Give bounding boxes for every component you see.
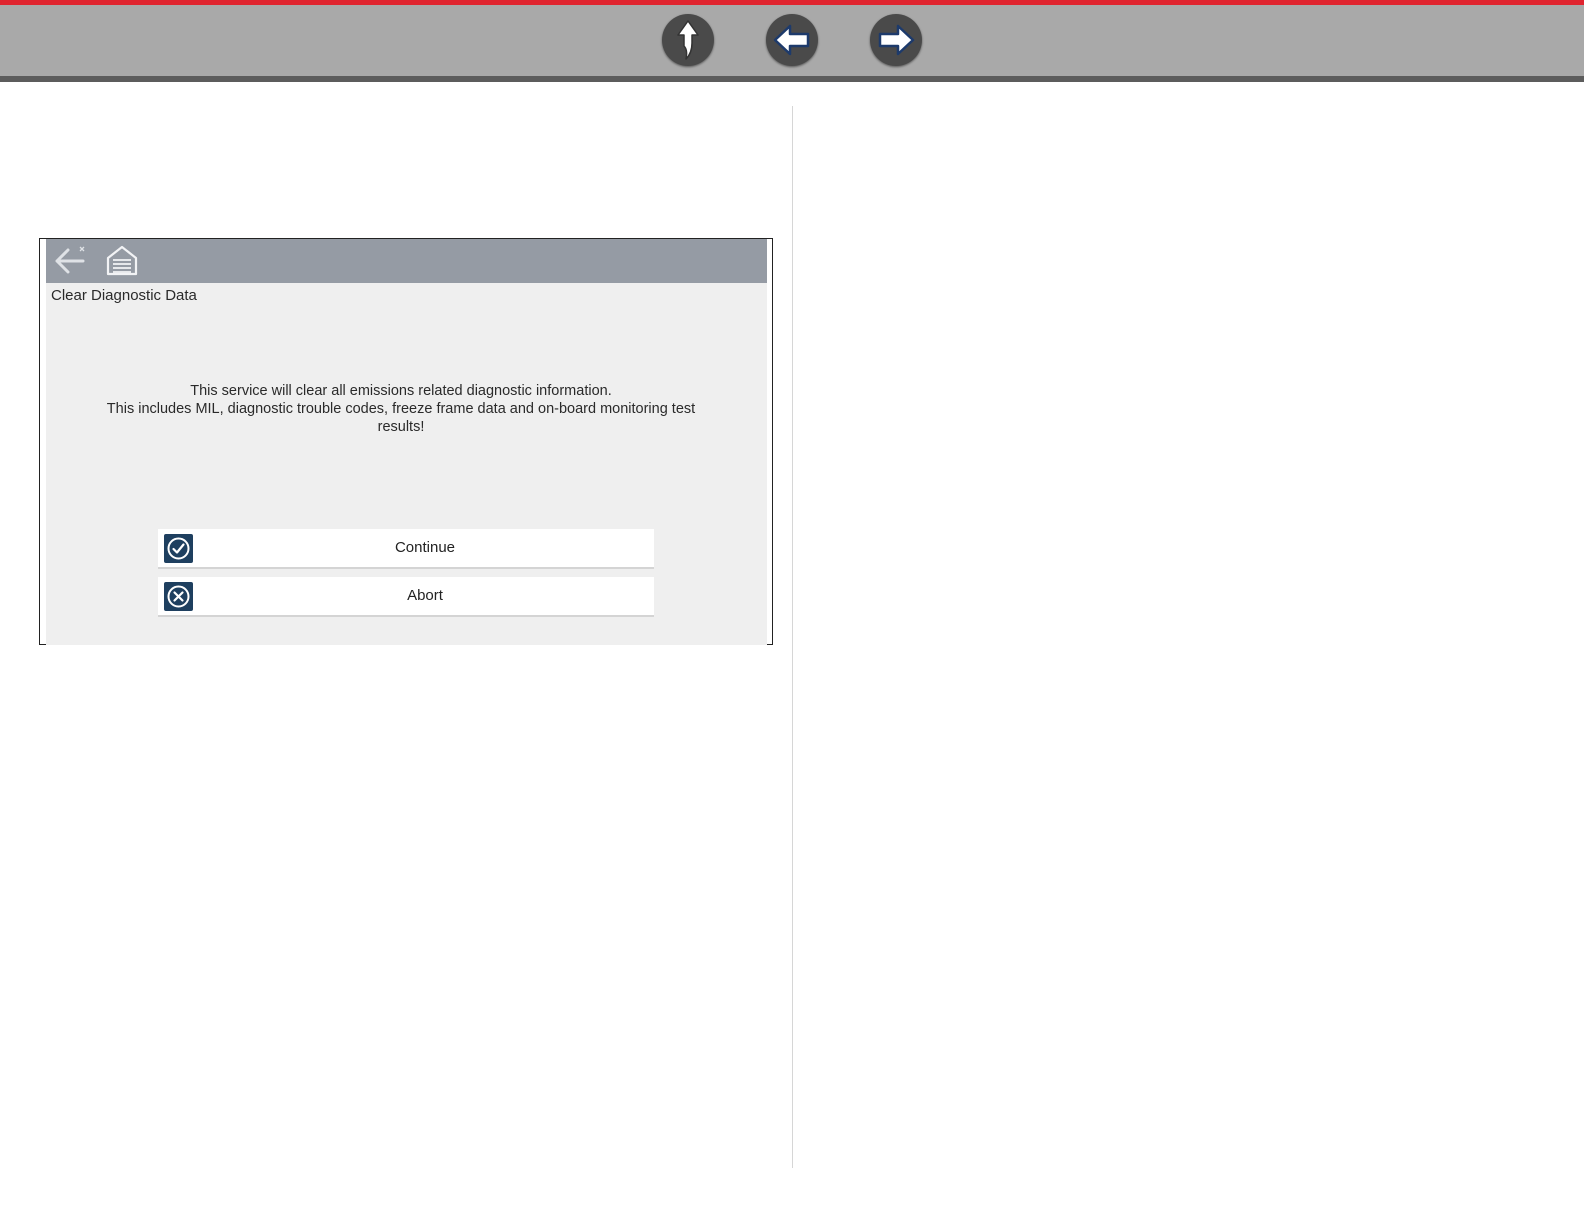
curved-up-arrow-icon bbox=[677, 20, 699, 60]
check-circle-icon bbox=[164, 534, 193, 563]
device-screen: Clear Diagnostic Data This service will … bbox=[46, 239, 767, 645]
warning-message: This service will clear all emissions re… bbox=[86, 382, 716, 436]
device-screenshot: Clear Diagnostic Data This service will … bbox=[39, 238, 773, 645]
continue-button[interactable]: Continue bbox=[158, 529, 654, 569]
back-arrow-icon bbox=[55, 246, 85, 274]
column-divider bbox=[792, 106, 793, 1168]
abort-button[interactable]: Abort bbox=[158, 577, 654, 617]
warning-message-line2: This includes MIL, diagnostic trouble co… bbox=[106, 401, 696, 435]
top-navigation-bar bbox=[0, 0, 1584, 82]
nav-forward-button[interactable] bbox=[870, 14, 922, 66]
top-accent-stripe bbox=[0, 0, 1584, 5]
x-circle-icon bbox=[164, 582, 193, 611]
nav-up-button[interactable] bbox=[662, 14, 714, 66]
continue-button-label: Continue bbox=[394, 539, 456, 556]
device-home-button[interactable] bbox=[104, 243, 140, 279]
abort-button-label: Abort bbox=[407, 587, 443, 604]
nav-back-button[interactable] bbox=[766, 14, 818, 66]
right-arrow-icon bbox=[878, 24, 915, 56]
page-title: Clear Diagnostic Data bbox=[51, 287, 197, 304]
device-back-button[interactable] bbox=[53, 243, 89, 279]
top-bottom-stripe bbox=[0, 76, 1584, 82]
left-arrow-icon bbox=[773, 24, 810, 56]
warning-message-line1: This service will clear all emissions re… bbox=[190, 383, 612, 399]
home-icon bbox=[106, 245, 138, 276]
device-toolbar bbox=[46, 239, 767, 283]
